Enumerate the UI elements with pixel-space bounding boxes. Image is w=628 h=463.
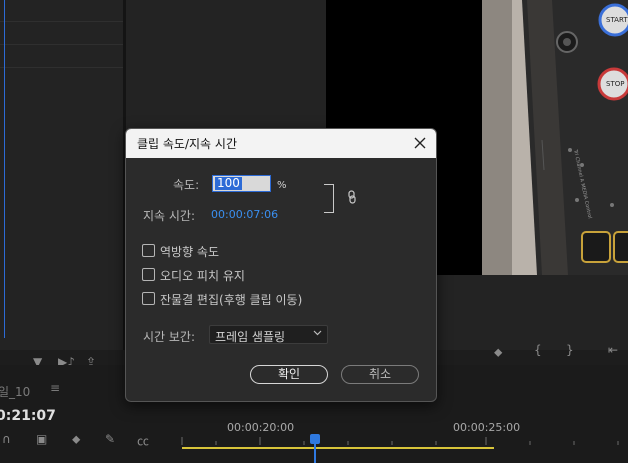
dialog-titlebar[interactable]: 클립 속도/지속 시간	[126, 129, 436, 158]
timeline-ruler[interactable]	[180, 437, 628, 445]
mark-in-icon[interactable]: {	[534, 343, 542, 357]
sequence-tab-label[interactable]: 일_10	[0, 383, 30, 400]
svg-text:START: START	[606, 16, 628, 24]
speed-label: 속도:	[173, 178, 200, 192]
checkbox-box[interactable]	[142, 244, 155, 257]
work-area-bar[interactable]	[182, 447, 494, 449]
snap-icon[interactable]: ∩	[2, 432, 11, 446]
duration-label: 지속 시간:	[143, 209, 196, 223]
chevron-down-icon	[313, 330, 322, 336]
marker-icon[interactable]: ⬥	[494, 345, 502, 360]
add-marker-icon[interactable]: ⬥	[72, 432, 80, 447]
checkbox-label: 잔물결 편집(후행 클립 이동)	[160, 293, 303, 307]
close-button[interactable]	[408, 131, 432, 155]
playhead-line	[314, 444, 316, 463]
program-monitor-video-frame: START STOP Tri Channel A MEDIA Control	[482, 0, 628, 275]
time-interpolation-value: 프레임 샘플링	[215, 330, 286, 344]
speed-value: 100	[215, 176, 242, 190]
svg-text:STOP: STOP	[606, 80, 624, 88]
captions-icon[interactable]: ㏄	[137, 432, 149, 449]
dialog-title: 클립 속도/지속 시간	[137, 137, 237, 151]
project-panel	[0, 0, 123, 350]
linked-selection-icon[interactable]: ▣	[36, 432, 47, 446]
speed-unit: %	[277, 180, 287, 191]
link-bracket	[324, 184, 334, 213]
checkbox-label: 역방향 속도	[160, 245, 220, 259]
cancel-button[interactable]: 취소	[341, 365, 419, 384]
duration-value[interactable]: 00:00:07:06	[211, 208, 278, 221]
clip-speed-duration-dialog: 클립 속도/지속 시간 속도: 100 % 지속 시간: 00:00:07:06…	[125, 128, 437, 402]
time-interpolation-select[interactable]: 프레임 샘플링	[209, 325, 328, 344]
timeline-timecode[interactable]: 0:21:07	[0, 408, 56, 424]
ok-button[interactable]: 확인	[250, 365, 328, 384]
ruler-label: 00:00:25:00	[453, 421, 521, 434]
checkbox-box[interactable]	[142, 292, 155, 305]
close-icon	[414, 137, 426, 149]
checkbox-label: 오디오 피치 유지	[160, 269, 245, 283]
time-interpolation-label: 시간 보간:	[143, 330, 196, 344]
mark-out-icon[interactable]: }	[566, 343, 574, 357]
checkbox-box[interactable]	[142, 268, 155, 281]
ruler-label: 00:00:20:00	[227, 421, 295, 434]
go-to-in-icon[interactable]: ⇤	[608, 343, 618, 357]
speed-input[interactable]: 100	[212, 175, 271, 192]
playhead-handle[interactable]	[310, 434, 320, 444]
link-chain-icon[interactable]	[348, 190, 356, 204]
sequence-menu-icon[interactable]: ≡	[50, 381, 60, 395]
wrench-icon[interactable]: ✎	[105, 432, 115, 446]
